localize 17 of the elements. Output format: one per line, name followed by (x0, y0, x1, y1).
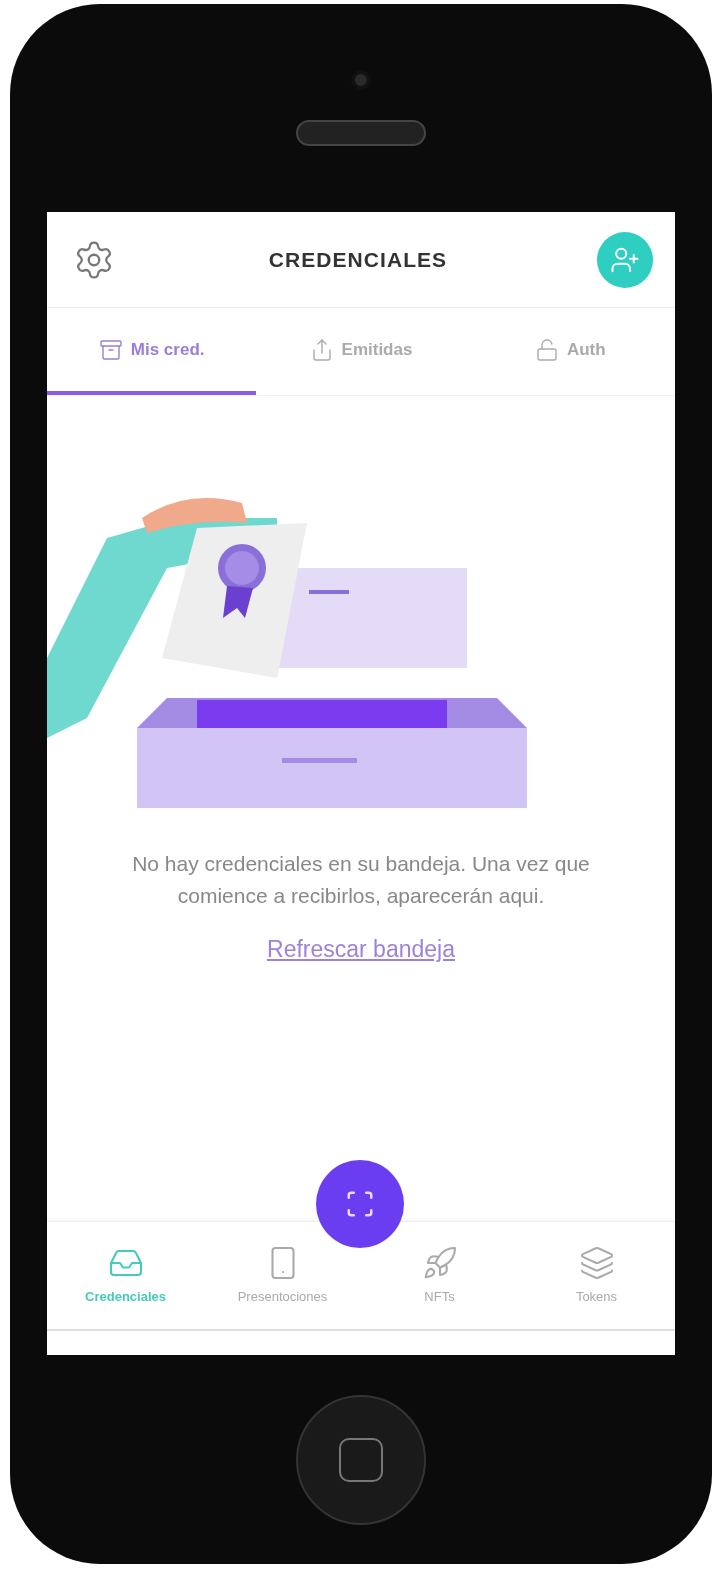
tab[interactable]: Mis cred. (47, 308, 257, 395)
tab[interactable]: Emitidas (256, 308, 466, 395)
layers-icon (578, 1244, 615, 1281)
nav-item[interactable]: Credenciales (47, 1222, 204, 1329)
unlock-icon (534, 337, 559, 362)
camera-icon (351, 70, 371, 90)
refresh-inbox-link[interactable]: Refrescar bandeja (267, 932, 455, 967)
archive-icon (98, 337, 123, 362)
speaker-icon (296, 120, 426, 146)
nav-item[interactable]: Presentociones (204, 1222, 361, 1329)
screen-title: CREDENCIALES (268, 246, 448, 273)
scan-icon (345, 1189, 375, 1219)
square-icon (339, 1437, 383, 1482)
nav-item[interactable]: NFTs (361, 1222, 518, 1329)
empty-message: No hay credenciales en su bandeja. Una vez que comience a recibirlos, aparecerán aqui. (131, 851, 591, 909)
nav-item[interactable]: Tokens (518, 1222, 675, 1329)
tab[interactable]: Auth (465, 308, 675, 395)
